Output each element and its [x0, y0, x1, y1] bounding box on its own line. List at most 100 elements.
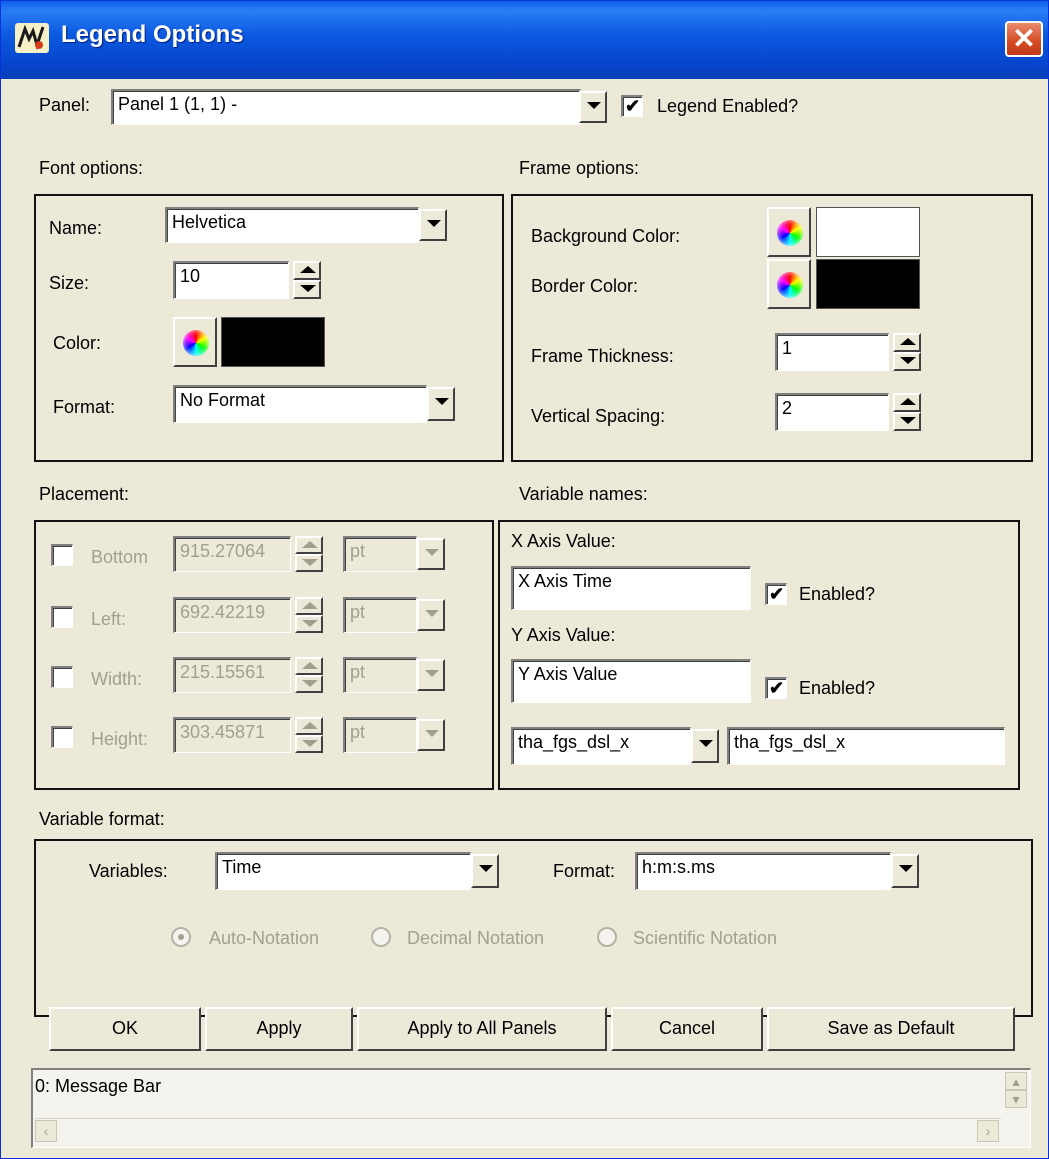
- placement-height-spinner[interactable]: [295, 717, 323, 753]
- placement-left-spinner[interactable]: [295, 597, 323, 633]
- placement-bottom-checkbox[interactable]: [51, 544, 73, 566]
- placement-height-unit-select[interactable]: pt: [343, 717, 417, 753]
- border-color-picker-button[interactable]: [767, 259, 811, 309]
- message-scroll-up-icon[interactable]: ▴: [1005, 1072, 1027, 1090]
- background-color-picker-button[interactable]: [767, 207, 811, 257]
- font-size-label: Size:: [49, 273, 90, 293]
- ok-button[interactable]: OK: [49, 1007, 201, 1051]
- spin-down-icon[interactable]: [295, 554, 323, 572]
- apply-button[interactable]: Apply: [205, 1007, 353, 1051]
- variable-name-input[interactable]: tha_fgs_dsl_x: [727, 727, 1005, 765]
- placement-width-unit-select[interactable]: pt: [343, 657, 417, 693]
- color-wheel-icon: [183, 330, 209, 356]
- variable-format-label: Format:: [553, 861, 616, 881]
- placement-width-spinner[interactable]: [295, 657, 323, 693]
- cancel-button[interactable]: Cancel: [611, 1007, 763, 1051]
- spin-up-icon[interactable]: [295, 657, 323, 675]
- placement-width-unit-dropdown[interactable]: [417, 659, 445, 691]
- placement-bottom-spinner[interactable]: [295, 536, 323, 572]
- spin-down-icon[interactable]: [295, 735, 323, 753]
- x-axis-enabled-checkbox[interactable]: ✔: [765, 583, 787, 605]
- placement-left-checkbox[interactable]: [51, 606, 73, 628]
- frame-thickness-input[interactable]: 1: [775, 333, 889, 371]
- placement-left-label: Left:: [91, 609, 127, 629]
- scroll-right-icon[interactable]: ›: [977, 1120, 999, 1142]
- font-format-select[interactable]: No Format: [173, 385, 427, 423]
- spin-down-icon[interactable]: [295, 675, 323, 693]
- vertical-spacing-spinner[interactable]: [893, 393, 921, 431]
- placement-height-input[interactable]: 303.45871: [173, 717, 291, 753]
- placement-height-unit-dropdown[interactable]: [417, 719, 445, 751]
- close-button[interactable]: ✕: [1005, 21, 1043, 57]
- spin-up-icon[interactable]: [893, 333, 921, 352]
- spin-down-icon[interactable]: [893, 412, 921, 431]
- frame-thickness-label: Frame Thickness:: [531, 346, 674, 366]
- background-color-label: Background Color:: [531, 226, 681, 246]
- font-size-input[interactable]: 10: [173, 261, 289, 299]
- font-color-picker-button[interactable]: [173, 317, 217, 367]
- spin-up-icon[interactable]: [295, 717, 323, 735]
- border-color-label: Border Color:: [531, 276, 639, 296]
- y-axis-enabled-checkbox[interactable]: ✔: [765, 677, 787, 699]
- spin-up-icon[interactable]: [893, 393, 921, 412]
- placement-heading: Placement:: [39, 484, 130, 504]
- spin-down-icon[interactable]: [893, 352, 921, 371]
- font-name-dropdown-button[interactable]: [419, 209, 447, 241]
- font-format-dropdown-button[interactable]: [427, 387, 455, 421]
- placement-bottom-unit-select[interactable]: pt: [343, 536, 417, 572]
- placement-bottom-label: Bottom: [91, 547, 149, 567]
- message-scroll-down-icon[interactable]: ▾: [1005, 1090, 1027, 1108]
- variable-dropdown-button[interactable]: [691, 729, 719, 763]
- font-name-select[interactable]: Helvetica: [165, 207, 419, 243]
- placement-width-checkbox[interactable]: [51, 666, 73, 688]
- panel-dropdown-button[interactable]: [579, 91, 607, 123]
- placement-width-input[interactable]: 215.15561: [173, 657, 291, 693]
- y-axis-value-input[interactable]: Y Axis Value: [511, 659, 751, 703]
- variable-format-select[interactable]: h:m:s.ms: [635, 852, 891, 890]
- legend-enabled-checkbox[interactable]: ✔: [621, 95, 643, 117]
- auto-notation-radio[interactable]: [171, 927, 191, 947]
- frame-thickness-spinner[interactable]: [893, 333, 921, 371]
- legend-options-dialog: Legend Options ✕ Panel: Panel 1 (1, 1) -…: [0, 0, 1049, 1159]
- spin-down-icon[interactable]: [295, 615, 323, 633]
- placement-width-label: Width:: [91, 669, 143, 689]
- message-horizontal-scrollbar[interactable]: [35, 1118, 1001, 1144]
- scroll-left-icon[interactable]: ‹: [35, 1120, 57, 1142]
- placement-height-checkbox[interactable]: [51, 726, 73, 748]
- spin-down-icon[interactable]: [293, 280, 321, 299]
- frame-options-heading: Frame options:: [519, 158, 640, 178]
- scientific-notation-label: Scientific Notation: [633, 928, 778, 948]
- panel-select[interactable]: Panel 1 (1, 1) -: [111, 89, 581, 125]
- message-bar[interactable]: 0: Message Bar ▴ ▾ ‹ ›: [31, 1068, 1031, 1148]
- spin-up-icon[interactable]: [293, 261, 321, 280]
- spin-up-icon[interactable]: [295, 597, 323, 615]
- panel-label: Panel:: [39, 95, 91, 115]
- placement-left-input[interactable]: 692.42219: [173, 597, 291, 633]
- decimal-notation-radio[interactable]: [371, 927, 391, 947]
- placement-left-unit-dropdown[interactable]: [417, 599, 445, 631]
- window-title: Legend Options: [61, 21, 244, 48]
- spin-up-icon[interactable]: [295, 536, 323, 554]
- variables-select[interactable]: Time: [215, 852, 471, 890]
- font-name-label: Name:: [49, 218, 103, 238]
- x-axis-value-input[interactable]: X Axis Time: [511, 566, 751, 610]
- variable-format-dropdown-button[interactable]: [891, 854, 919, 888]
- legend-enabled-label: Legend Enabled?: [657, 96, 799, 116]
- x-axis-value-label: X Axis Value:: [511, 531, 616, 551]
- variable-select[interactable]: tha_fgs_dsl_x: [511, 727, 691, 765]
- apply-to-all-panels-button[interactable]: Apply to All Panels: [357, 1007, 607, 1051]
- font-size-spinner[interactable]: [293, 261, 321, 299]
- title-bar[interactable]: Legend Options ✕: [1, 1, 1048, 79]
- font-color-swatch: [221, 317, 325, 367]
- placement-bottom-unit-dropdown[interactable]: [417, 538, 445, 570]
- save-as-default-button[interactable]: Save as Default: [767, 1007, 1015, 1051]
- variable-names-heading: Variable names:: [519, 484, 648, 504]
- font-options-heading: Font options:: [39, 158, 144, 178]
- placement-bottom-input[interactable]: 915.27064: [173, 536, 291, 572]
- vertical-spacing-input[interactable]: 2: [775, 393, 889, 431]
- variables-dropdown-button[interactable]: [471, 854, 499, 888]
- background-color-swatch: [816, 207, 920, 257]
- placement-left-unit-select[interactable]: pt: [343, 597, 417, 633]
- scientific-notation-radio[interactable]: [597, 927, 617, 947]
- font-color-label: Color:: [53, 333, 102, 353]
